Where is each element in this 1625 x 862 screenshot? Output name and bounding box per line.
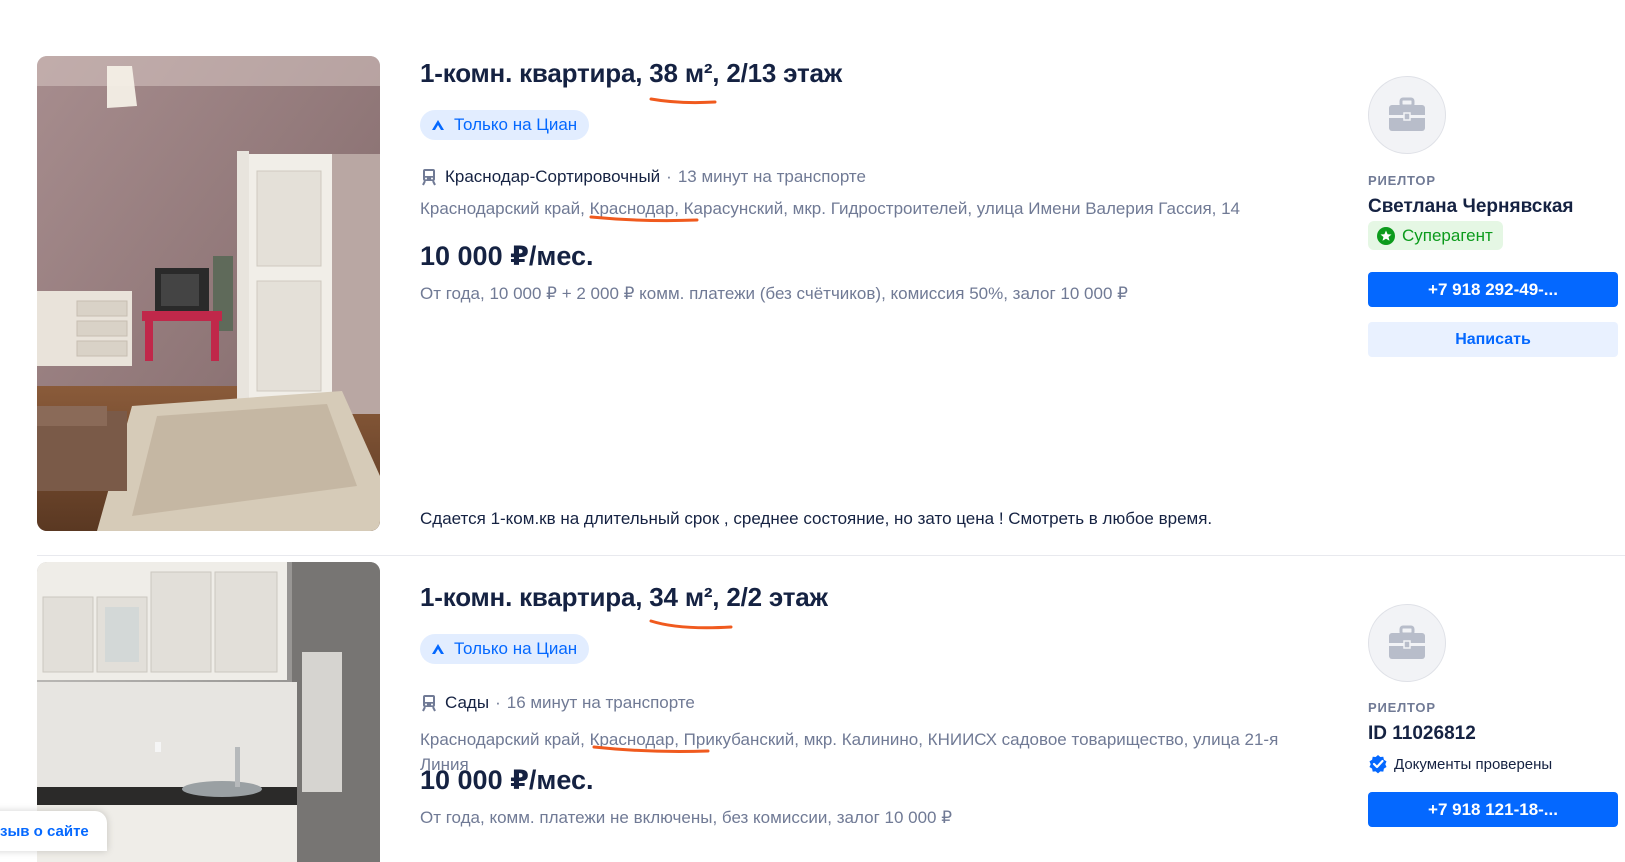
listing-card[interactable]: 1-комн. квартира, 34 м², 2/2 этаж Только… bbox=[0, 562, 1625, 862]
show-phone-button[interactable]: +7 918 121-18-... bbox=[1368, 792, 1618, 827]
listing-description: Сдается 1-ком.кв на длительный срок , ср… bbox=[420, 509, 1213, 528]
agent-role: РИЕЛТОР bbox=[1368, 700, 1436, 715]
agent-avatar[interactable] bbox=[1368, 604, 1446, 682]
address-rest-link[interactable]: Карасунский, мкр. Гидростроителей, улица… bbox=[684, 199, 1240, 218]
address-city-link[interactable]: Краснодар, bbox=[590, 730, 679, 749]
metro-separator: · bbox=[666, 167, 672, 186]
annotation-underline bbox=[649, 97, 717, 105]
train-icon bbox=[422, 169, 436, 186]
cian-logo-icon bbox=[432, 644, 444, 654]
only-on-cian-badge: Только на Циан bbox=[420, 634, 590, 664]
price: 10 000 ₽/мес. bbox=[420, 765, 594, 795]
site-feedback-tab[interactable]: зыв о сайте bbox=[0, 811, 107, 851]
address-region-link[interactable]: Краснодарский край, bbox=[420, 730, 585, 749]
agent-id[interactable]: ID 11026812 bbox=[1368, 723, 1476, 745]
metro-station[interactable]: Сады bbox=[445, 693, 489, 713]
documents-verified-badge: Документы проверены bbox=[1368, 754, 1552, 774]
briefcase-icon bbox=[1389, 97, 1425, 131]
apartment-room-photo bbox=[37, 56, 380, 531]
address: Краснодарский край, Краснодар, Карасунск… bbox=[420, 196, 1320, 221]
cian-logo-icon bbox=[432, 120, 444, 130]
metro-info: Краснодар-Сортировочный · 13 минут на тр… bbox=[420, 167, 866, 187]
address-city-link[interactable]: Краснодар, bbox=[590, 199, 679, 218]
rental-terms: От года, комм. платежи не включены, без … bbox=[420, 808, 953, 827]
show-phone-button[interactable]: +7 918 292-49-... bbox=[1368, 272, 1618, 307]
superagent-label: Суперагент bbox=[1402, 225, 1493, 245]
verified-label: Документы проверены bbox=[1394, 755, 1553, 773]
listing-photo[interactable] bbox=[37, 56, 380, 531]
price: 10 000 ₽/мес. bbox=[420, 241, 594, 271]
only-on-cian-badge: Только на Циан bbox=[420, 110, 590, 140]
listing-card[interactable]: 1-комн. квартира, 38 м², 2/13 этаж Тольк… bbox=[0, 0, 1625, 556]
verified-check-icon bbox=[1369, 755, 1387, 774]
agent-role: РИЕЛТОР bbox=[1368, 173, 1436, 188]
rental-terms: От года, 10 000 ₽ + 2 000 ₽ комм. платеж… bbox=[420, 284, 1128, 303]
metro-separator: · bbox=[495, 693, 501, 712]
metro-info: Сады · 16 минут на транспорте bbox=[420, 693, 695, 713]
metro-station[interactable]: Краснодар-Сортировочный bbox=[445, 167, 660, 187]
annotation-underline bbox=[649, 619, 733, 630]
badge-label: Только на Циан bbox=[454, 639, 578, 658]
listing-divider bbox=[37, 555, 1625, 556]
superagent-badge: Суперагент bbox=[1368, 221, 1503, 250]
listing-title[interactable]: 1-комн. квартира, 38 м², 2/13 этаж bbox=[420, 58, 842, 89]
address-region-link[interactable]: Краснодарский край, bbox=[420, 199, 585, 218]
agent-avatar[interactable] bbox=[1368, 76, 1446, 154]
write-message-button[interactable]: Написать bbox=[1368, 322, 1618, 357]
listing-title[interactable]: 1-комн. квартира, 34 м², 2/2 этаж bbox=[420, 582, 828, 613]
briefcase-icon bbox=[1389, 625, 1425, 659]
metro-time: 16 минут на транспорте bbox=[506, 693, 695, 712]
metro-time: 13 минут на транспорте bbox=[677, 167, 866, 186]
badge-label: Только на Циан bbox=[454, 115, 578, 134]
train-icon bbox=[422, 695, 436, 712]
star-badge-icon bbox=[1377, 226, 1395, 245]
agent-name[interactable]: Светлана Чернявская bbox=[1368, 196, 1574, 218]
